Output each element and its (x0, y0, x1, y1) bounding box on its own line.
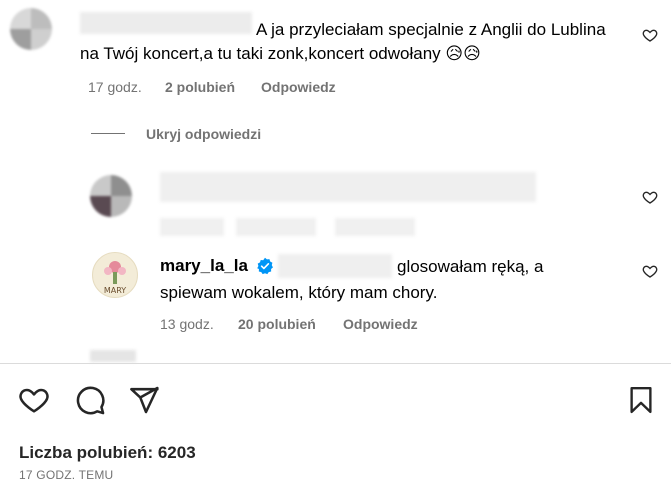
avatar[interactable]: MARY (92, 252, 138, 298)
comment-icon[interactable] (73, 384, 107, 416)
heart-icon[interactable] (17, 384, 51, 416)
comment-time[interactable]: 17 godz. (88, 79, 142, 95)
avatar[interactable] (90, 350, 136, 362)
redacted-comment (160, 172, 536, 202)
hide-replies-button[interactable]: Ukryj odpowiedzi (146, 126, 261, 142)
redacted-meta (160, 218, 224, 236)
reply-button[interactable]: Odpowiedz (261, 79, 336, 95)
svg-text:MARY: MARY (104, 286, 126, 295)
reply-text-line1: glosowałam ręką, a (397, 257, 544, 276)
divider (0, 363, 671, 364)
reply-text-line2: spiewam wokalem, który mam chory. (160, 283, 438, 302)
bookmark-icon[interactable] (626, 384, 656, 416)
redacted-meta (236, 218, 316, 236)
hide-replies-line (91, 133, 125, 134)
verified-badge-icon (256, 257, 274, 275)
redacted-meta (335, 218, 415, 236)
reply-time[interactable]: 13 godz. (160, 316, 214, 332)
post-timestamp[interactable]: 17 GODZ. TEMU (19, 468, 113, 482)
reply-likes[interactable]: 20 polubień (238, 316, 316, 332)
redacted-mention (278, 254, 392, 278)
share-icon[interactable] (128, 384, 160, 416)
comment-text: A ja przyleciałam specjalnie z Anglii do… (80, 20, 606, 63)
comment-like-heart-icon[interactable] (642, 27, 658, 43)
avatar[interactable] (90, 175, 132, 217)
post-likes-count[interactable]: Liczba polubień: 6203 (19, 443, 196, 463)
reply-button[interactable]: Odpowiedz (343, 316, 418, 332)
avatar[interactable] (10, 8, 52, 50)
reply-like-heart-icon[interactable] (642, 263, 658, 279)
comment-likes[interactable]: 2 polubień (165, 79, 235, 95)
reply-like-heart-icon[interactable] (642, 189, 658, 205)
reply-username[interactable]: mary_la_la (160, 255, 248, 277)
